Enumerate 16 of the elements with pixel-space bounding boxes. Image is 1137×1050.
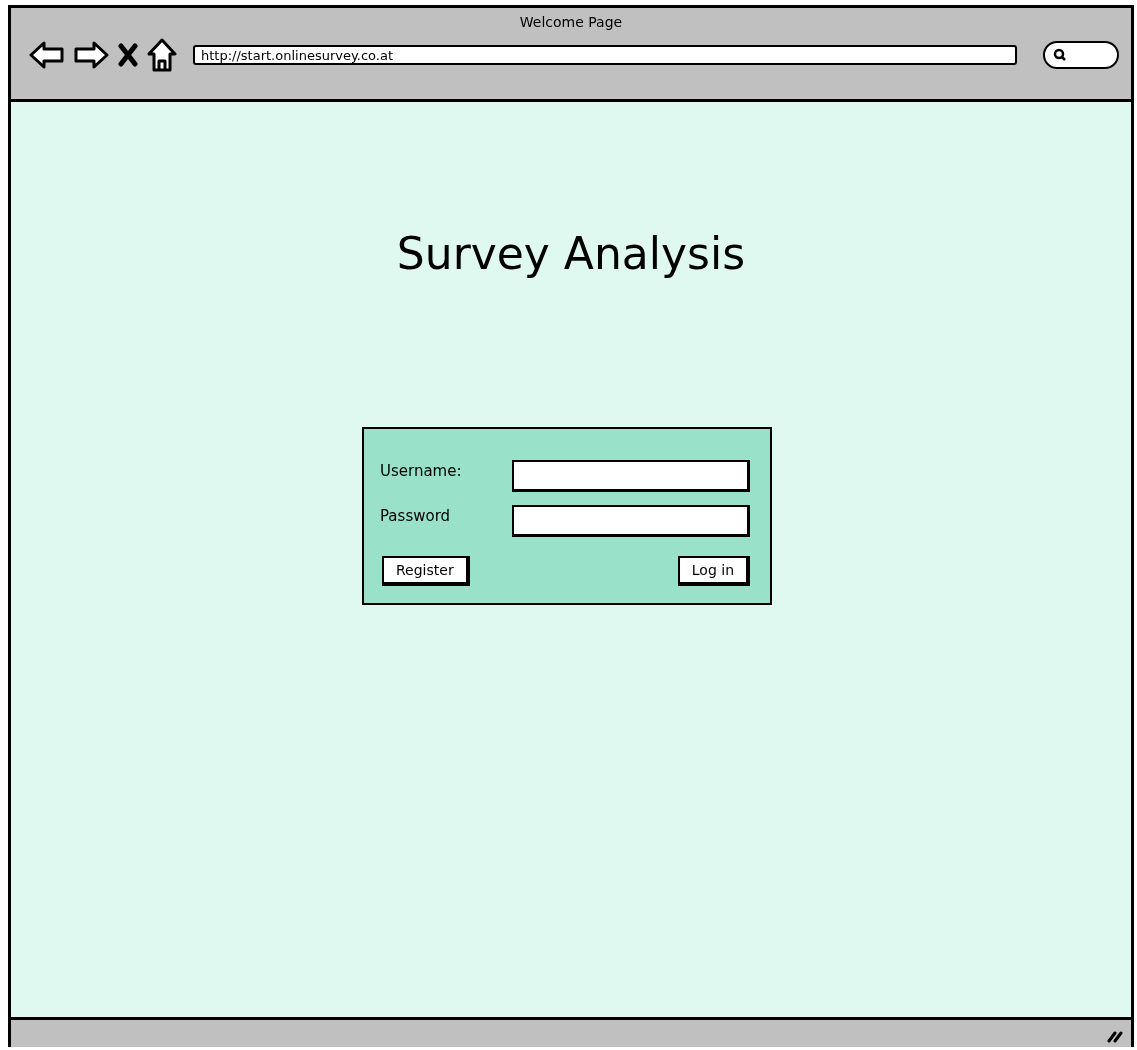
home-icon[interactable] <box>147 38 177 72</box>
window-title: Welcome Page <box>518 13 624 30</box>
login-button[interactable]: Log in <box>677 556 750 586</box>
search-icon <box>1053 48 1067 62</box>
forward-arrow-icon[interactable] <box>73 40 109 70</box>
username-field[interactable] <box>512 460 750 492</box>
page-heading: Survey Analysis <box>396 228 746 279</box>
field-label: Username: <box>380 462 462 480</box>
address-field[interactable]: http://start.onlinesurvey.co.at <box>193 45 1017 65</box>
password-field[interactable] <box>512 505 750 537</box>
search-field[interactable] <box>1043 41 1119 69</box>
resize-grip-icon[interactable] <box>1107 1029 1123 1043</box>
close-icon[interactable] <box>117 43 139 67</box>
back-arrow-icon[interactable] <box>29 40 65 70</box>
register-button[interactable]: Register <box>382 556 470 586</box>
field-label: Password <box>380 507 451 525</box>
